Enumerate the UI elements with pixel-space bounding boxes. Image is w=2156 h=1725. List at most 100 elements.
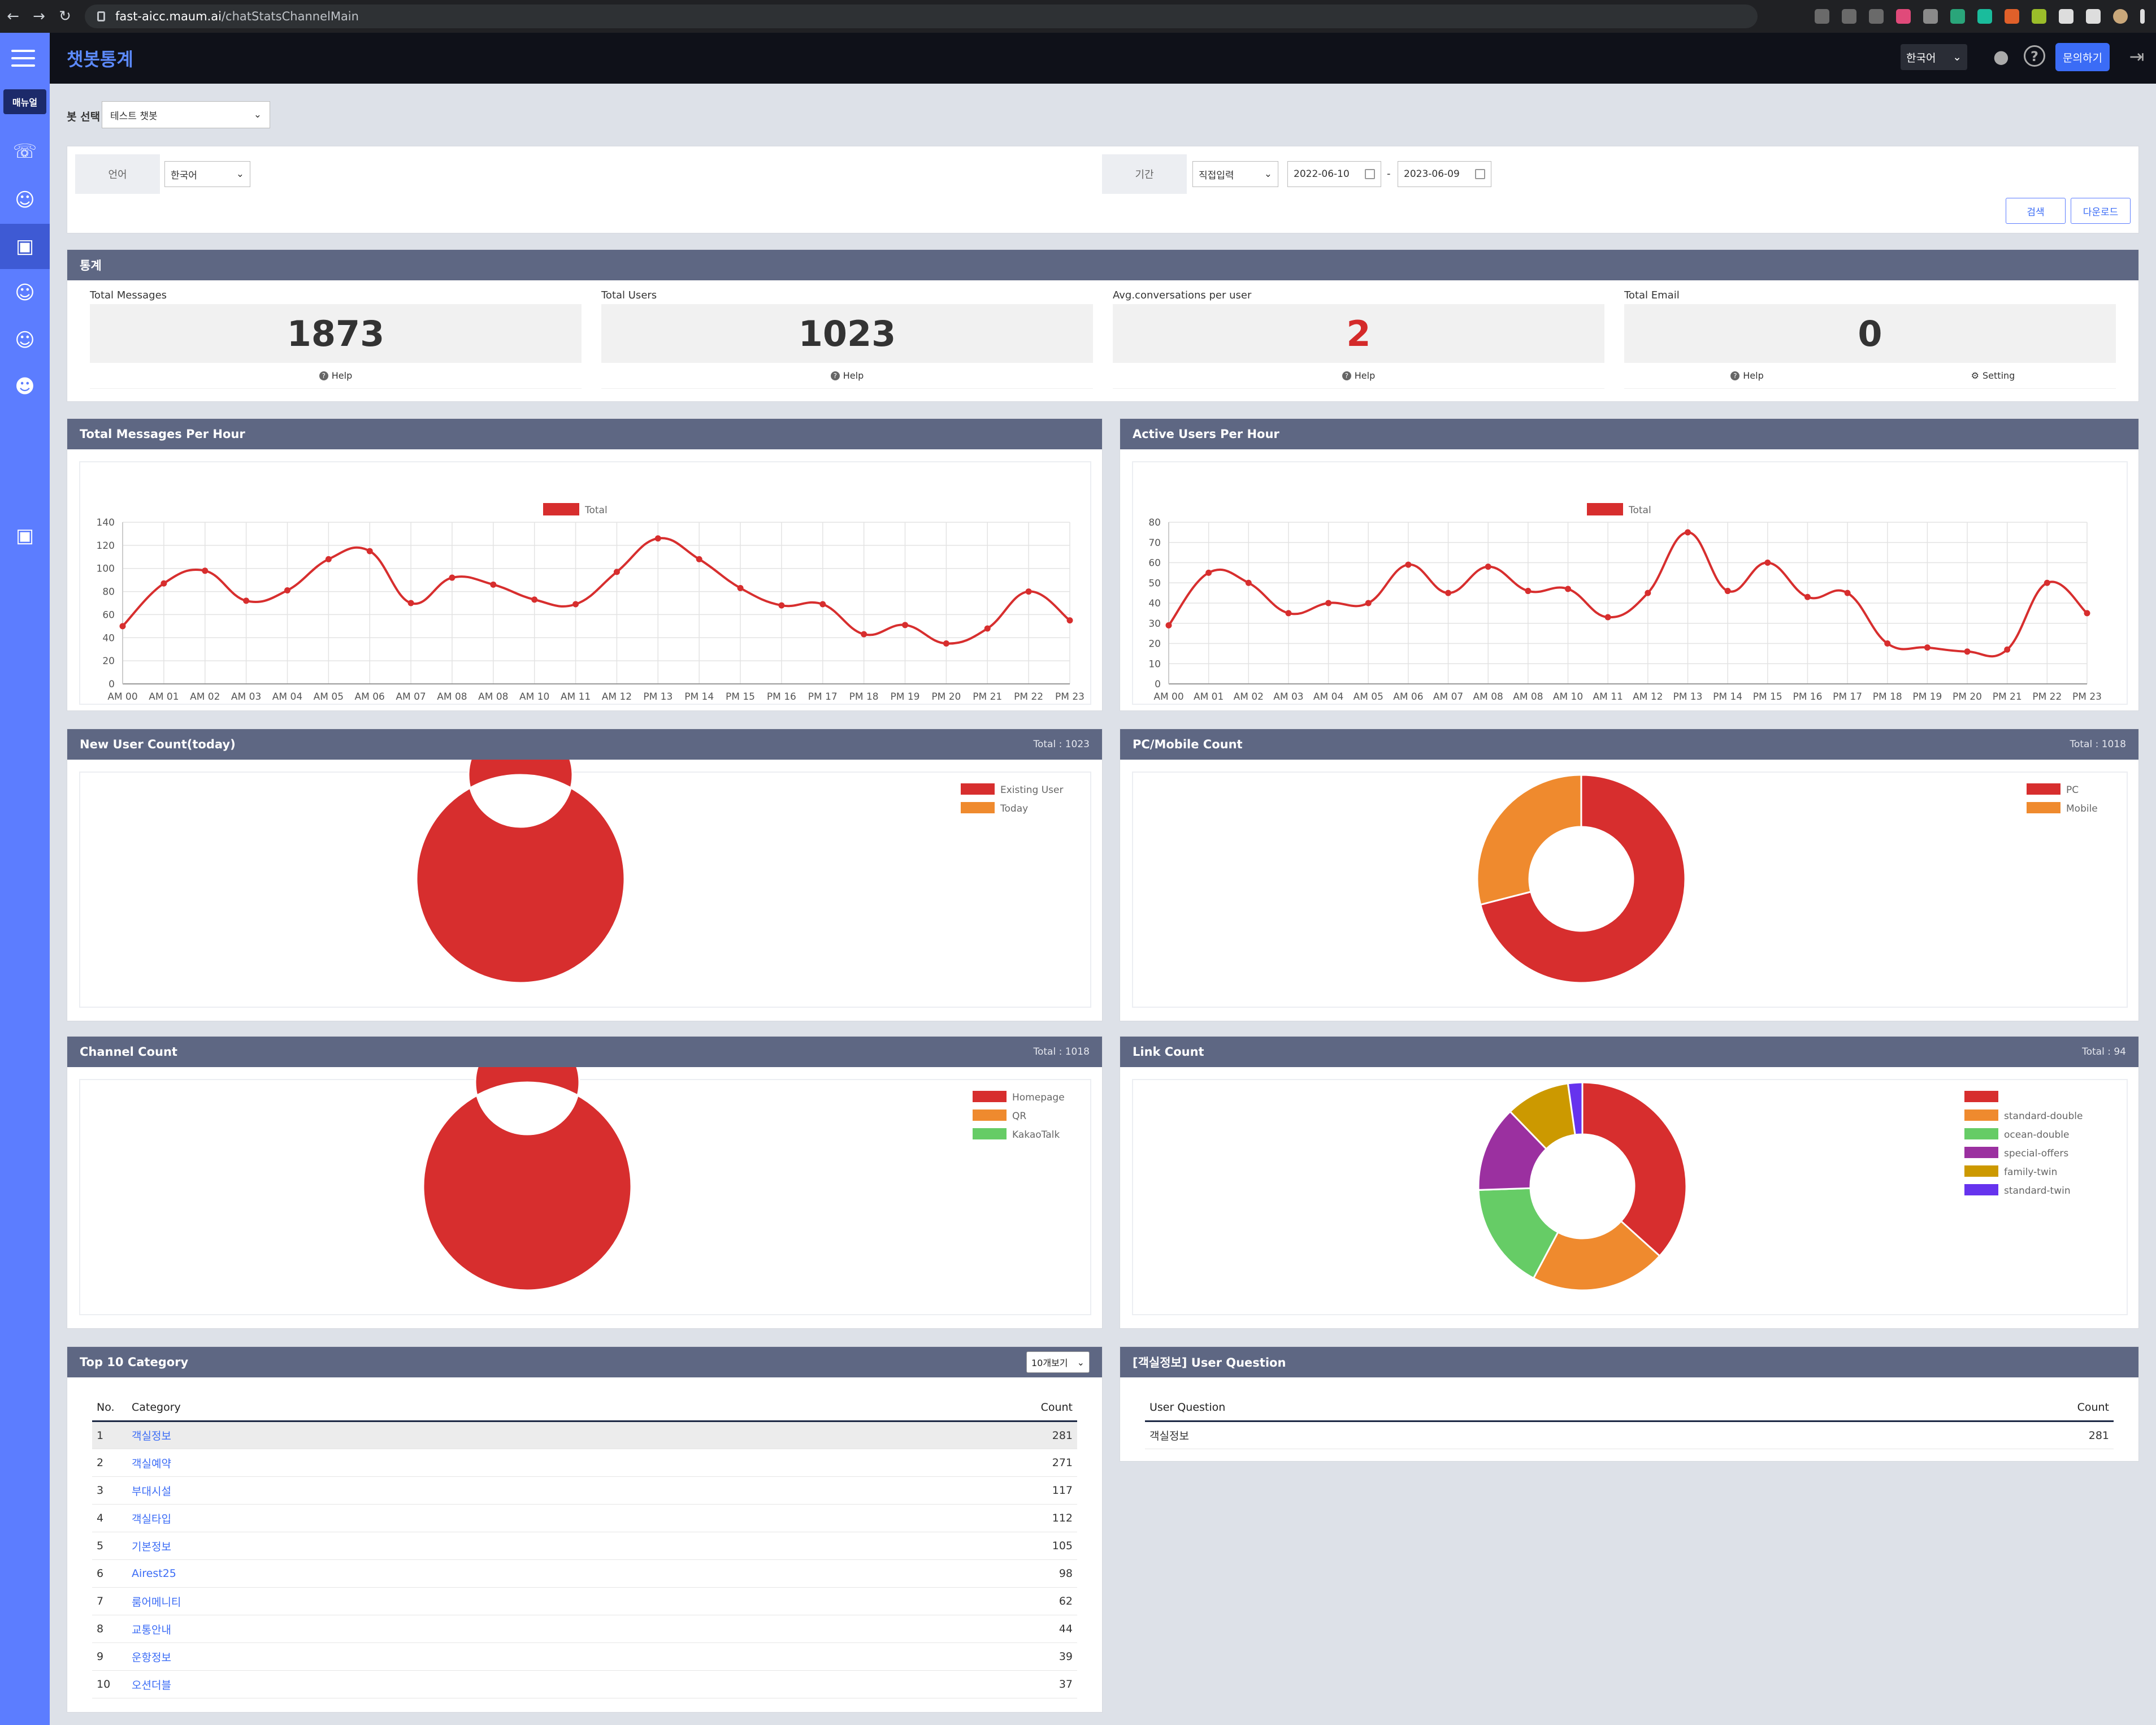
data-point[interactable] [778,602,785,609]
data-point[interactable] [119,623,126,630]
help-icon[interactable]: ? [2024,45,2045,67]
user-icon[interactable]: ● [1990,45,2012,68]
robot-settings-icon[interactable]: ☺ [0,270,50,315]
search-button[interactable]: 검색 [2006,198,2066,224]
data-point[interactable] [1165,622,1172,629]
data-point[interactable] [1804,593,1811,600]
category-link[interactable]: 객실정보 [127,1421,686,1449]
data-point[interactable] [1884,640,1891,647]
category-link[interactable]: 객실타입 [127,1504,686,1532]
stats-monitor-icon[interactable]: ▣ [0,224,50,269]
table-row[interactable]: 3 부대시설 117 [92,1476,1077,1505]
table-row[interactable]: 10 오션더블 37 [92,1670,1077,1698]
reload-icon[interactable]: ↻ [52,8,78,25]
extension-icon[interactable] [1977,9,1992,24]
robot-edit-icon[interactable]: ☺ [0,318,50,363]
table-row[interactable]: 1 객실정보 281 [92,1421,1077,1449]
data-point[interactable] [202,567,209,574]
data-point[interactable] [1365,600,1372,606]
table-row[interactable]: 2 객실예약 271 [92,1449,1077,1477]
data-point[interactable] [243,597,250,604]
table-row[interactable]: 9 운항정보 39 [92,1642,1077,1671]
monitor-icon[interactable]: ▣ [0,513,50,558]
key-icon[interactable] [1815,9,1829,24]
help-button[interactable]: ? Help [1624,363,1870,388]
extension-icon[interactable] [2032,9,2046,24]
extension-icon[interactable] [1950,9,1965,24]
language-filter-select[interactable]: 한국어 ⌄ [164,161,250,187]
phone-icon[interactable]: ☏ [0,129,50,174]
data-point[interactable] [1525,588,1532,595]
profile-avatar[interactable] [2113,9,2128,24]
table-row[interactable]: 4 객실타입 112 [92,1504,1077,1532]
table-row[interactable]: 6 Airest25 98 [92,1559,1077,1588]
category-link[interactable]: 객실예약 [127,1449,686,1477]
category-link[interactable]: 오션더블 [127,1670,686,1698]
data-point[interactable] [1205,569,1212,576]
data-point[interactable] [531,596,538,603]
data-point[interactable] [2004,646,2011,653]
robot-icon[interactable]: ☺ [0,177,50,223]
data-point[interactable] [1645,590,1651,596]
start-date-input[interactable]: 2022-06-10 [1287,161,1381,187]
data-point[interactable] [1445,590,1452,596]
data-point[interactable] [1405,561,1412,568]
data-point[interactable] [943,640,949,647]
bot-select[interactable]: 테스트 챗봇 ⌄ [102,101,270,128]
data-point[interactable] [1724,588,1731,595]
data-point[interactable] [1764,560,1771,566]
data-point[interactable] [325,556,332,562]
data-point[interactable] [1924,644,1931,651]
calendar-icon[interactable] [1365,169,1375,179]
data-point[interactable] [284,587,290,594]
back-icon[interactable]: ← [0,8,26,25]
data-point[interactable] [984,625,991,632]
data-point[interactable] [1285,610,1292,617]
extension-icon[interactable] [2005,9,2019,24]
data-point[interactable] [366,548,373,554]
category-link[interactable]: 교통안내 [127,1615,686,1643]
data-point[interactable] [1844,590,1851,596]
setting-button[interactable]: ⚙ Setting [1870,363,2116,388]
table-row[interactable]: 8 교통안내 44 [92,1615,1077,1643]
data-point[interactable] [2044,579,2050,586]
category-link[interactable]: Airest25 [127,1559,686,1588]
data-point[interactable] [1066,617,1073,624]
donut-slice[interactable] [1581,1081,1688,1258]
data-point[interactable] [902,622,909,629]
calendar-icon[interactable] [1475,169,1485,179]
share-icon[interactable] [1842,9,1856,24]
data-point[interactable] [819,601,826,608]
hamburger-icon[interactable] [11,50,35,67]
data-point[interactable] [572,601,579,608]
language-select[interactable]: 한국어 ⌄ [1901,44,1967,70]
category-link[interactable]: 기본정보 [127,1532,686,1560]
data-point[interactable] [861,631,867,638]
star-icon[interactable] [1869,9,1884,24]
sidepanel-icon[interactable] [2086,9,2101,24]
data-point[interactable] [737,584,744,591]
address-bar[interactable]: fast-aicc.maum.ai/chatStatsChannelMain [85,5,1758,28]
data-point[interactable] [407,600,414,606]
help-button[interactable]: ? Help [90,363,582,388]
data-point[interactable] [449,574,456,581]
data-point[interactable] [1565,586,1572,592]
data-point[interactable] [1325,600,1332,606]
data-point[interactable] [613,569,620,575]
manual-button[interactable]: 매뉴얼 [3,89,46,114]
data-point[interactable] [1604,614,1611,621]
help-button[interactable]: ? Help [601,363,1093,388]
donut-slice[interactable] [1476,774,1582,906]
data-point[interactable] [490,581,497,588]
category-link[interactable]: 룸어메니티 [127,1587,686,1615]
data-point[interactable] [1964,648,1971,655]
data-point[interactable] [160,580,167,587]
help-button[interactable]: ? Help [1113,363,1604,388]
data-point[interactable] [1485,564,1491,570]
data-point[interactable] [1684,529,1691,536]
period-mode-select[interactable]: 직접입력 ⌄ [1192,161,1278,187]
extension-icon[interactable] [1923,9,1938,24]
inquiry-button[interactable]: 문의하기 [2055,43,2110,71]
forward-icon[interactable]: → [26,8,52,25]
puzzle-icon[interactable] [2059,9,2073,24]
